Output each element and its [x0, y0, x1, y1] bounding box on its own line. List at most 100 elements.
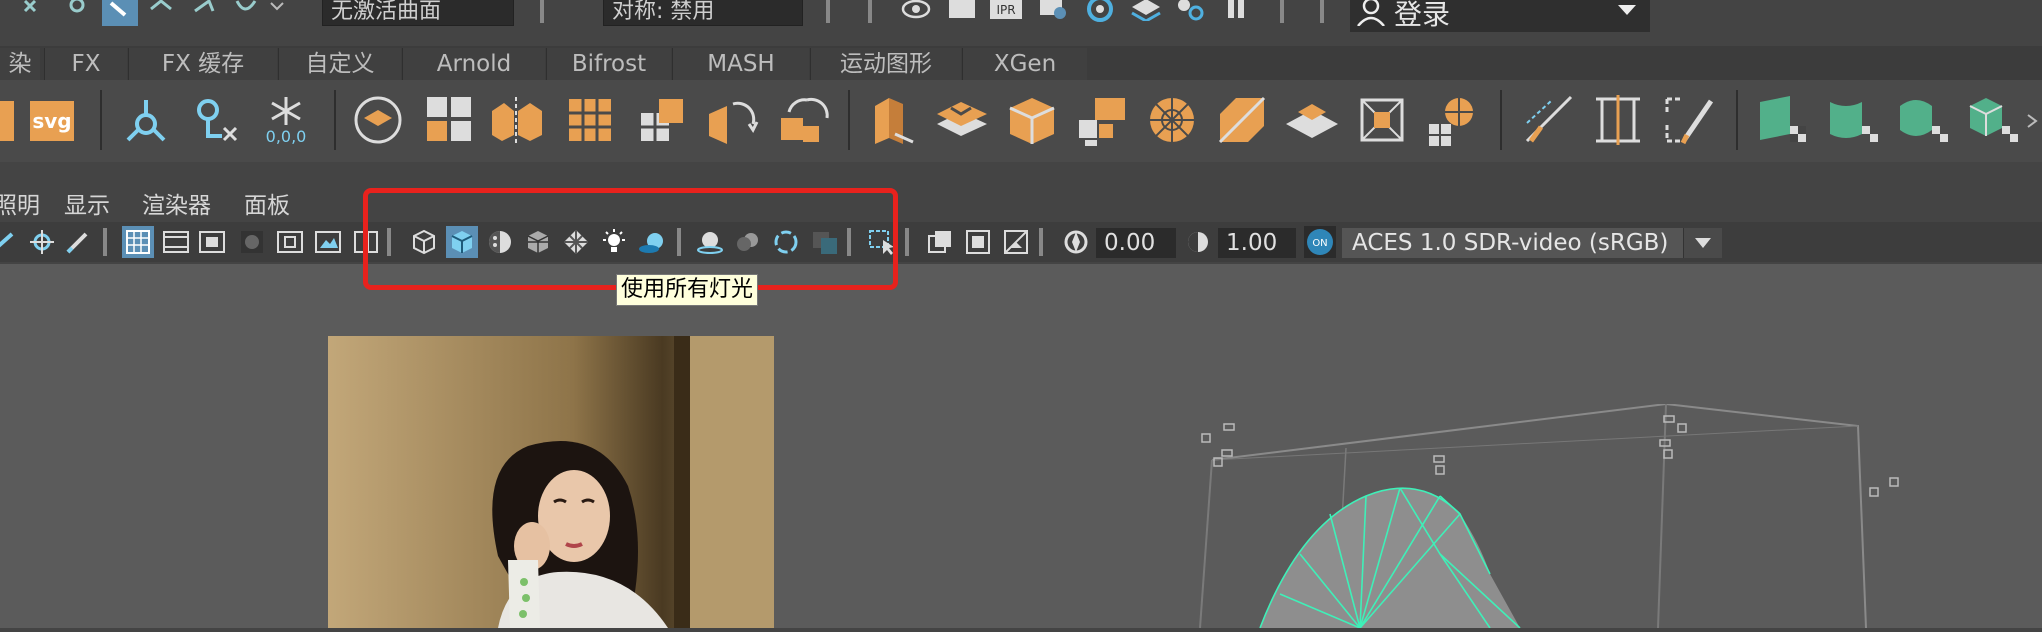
xray-icon[interactable] — [924, 226, 956, 258]
separator-handle-icon — [900, 226, 914, 258]
gate-mask-icon[interactable] — [236, 226, 268, 258]
separator-handle-icon — [98, 226, 112, 258]
chevron-down-icon[interactable] — [266, 0, 288, 22]
render-frame-icon[interactable] — [856, 0, 884, 26]
menu-renderer[interactable]: 渲染器 — [142, 186, 211, 220]
gamma-field[interactable]: 1.00 — [1218, 228, 1296, 258]
svg-text:IPR: IPR — [996, 3, 1015, 17]
render-layers-icon[interactable] — [1128, 0, 1164, 24]
camera-tools-icon[interactable] — [26, 226, 58, 258]
color-space-dropdown[interactable]: ACES 1.0 SDR-video (sRGB) — [1342, 228, 1722, 258]
multi-cut-icon[interactable] — [1520, 90, 1576, 150]
shelf-tab[interactable]: 自定义 — [278, 48, 401, 80]
shelf-tab[interactable]: Arnold — [402, 48, 545, 80]
separator-handle-icon — [530, 0, 554, 26]
chevron-down-icon — [1616, 2, 1638, 21]
shelf-tab[interactable]: 运动图形 — [810, 48, 961, 80]
shelf-tab[interactable]: Bifrost — [546, 48, 671, 80]
cube-primitive-icon[interactable] — [1004, 90, 1060, 150]
image-plane — [328, 336, 774, 628]
append-polygon-icon[interactable] — [1284, 90, 1340, 150]
login-button[interactable]: 登录 — [1350, 0, 1650, 32]
pivot-tool-icon[interactable] — [118, 90, 174, 150]
render-settings-icon[interactable] — [1036, 0, 1072, 24]
svg-text:svg: svg — [32, 109, 71, 133]
extract-faces-icon[interactable] — [634, 90, 690, 150]
separator-handle-icon — [1310, 0, 1334, 26]
paint-tool-icon[interactable] — [62, 226, 94, 258]
snap-view-icon[interactable] — [228, 0, 264, 24]
film-gate-icon[interactable] — [160, 226, 192, 258]
tooltip: 使用所有灯光 — [616, 274, 759, 306]
status-line: 无激活曲面 对称: 禁用 IPR 登录 — [0, 0, 2042, 32]
render-view-icon[interactable] — [944, 0, 980, 24]
resolution-gate-icon[interactable] — [196, 226, 228, 258]
light-editor-icon[interactable] — [1172, 0, 1208, 24]
svg-text:ON: ON — [1312, 238, 1327, 249]
ipr-render-icon[interactable]: IPR — [988, 0, 1024, 24]
camera-attributes-icon[interactable] — [0, 226, 20, 258]
wedge-icon[interactable] — [1144, 90, 1200, 150]
panel-toolbar: 0.00 1.00 ON ACES 1.0 SDR-video (sRGB) — [0, 222, 2042, 262]
active-surface-field[interactable]: 无激活曲面 — [322, 0, 514, 26]
extrude-icon[interactable] — [864, 90, 920, 150]
shelf: svg 0,0,0 — [0, 80, 2042, 162]
smooth-mesh-icon[interactable] — [562, 90, 618, 150]
uv-spherical-icon[interactable] — [1896, 90, 1952, 150]
uv-cylindrical-icon[interactable] — [1826, 90, 1882, 150]
color-management-toggle-icon[interactable]: ON — [1304, 226, 1336, 258]
wireframe-object[interactable] — [1190, 402, 1910, 629]
snap-curve-icon[interactable] — [144, 0, 180, 24]
separate-icon[interactable] — [488, 90, 544, 150]
viewport[interactable] — [0, 264, 2042, 629]
split-face-icon[interactable] — [1214, 90, 1270, 150]
separator-handle-icon — [1270, 0, 1294, 26]
eye-icon[interactable] — [898, 0, 934, 24]
menu-show[interactable]: 显示 — [64, 186, 110, 220]
combine-icon[interactable] — [422, 90, 478, 150]
shelf-tab-bar: 染 FX FX 缓存 自定义 Arnold Bifrost MASH 运动图形 … — [0, 46, 2042, 81]
shelf-tab[interactable]: 染 — [0, 48, 40, 80]
fill-hole-icon[interactable] — [1354, 90, 1410, 150]
exposure-field[interactable]: 0.00 — [1096, 228, 1176, 258]
cleanup-icon[interactable] — [1424, 90, 1480, 150]
uv-planar-icon[interactable] — [1756, 90, 1812, 150]
layer-circle-icon[interactable] — [350, 90, 406, 150]
shelf-tab[interactable]: XGen — [962, 48, 1087, 80]
select-by-object-icon[interactable] — [60, 0, 96, 24]
orange-shape-icon[interactable] — [0, 90, 24, 150]
clear-transform-icon[interactable] — [188, 90, 244, 150]
select-by-hierarchy-icon[interactable] — [18, 0, 54, 24]
insert-edge-loop-icon[interactable] — [1590, 90, 1646, 150]
color-space-label: ACES 1.0 SDR-video (sRGB) — [1352, 230, 1669, 256]
menu-panels[interactable]: 面板 — [244, 186, 290, 220]
select-by-component-icon[interactable] — [102, 0, 138, 26]
chevron-down-icon — [1683, 228, 1722, 258]
uv-automatic-icon[interactable] — [1966, 90, 2022, 150]
xray-components-icon[interactable] — [1000, 226, 1032, 258]
quad-draw-icon[interactable] — [1660, 90, 1716, 150]
grid-toggle-icon[interactable] — [122, 226, 154, 258]
field-chart-icon[interactable] — [274, 226, 306, 258]
exposure-icon[interactable] — [1060, 226, 1092, 258]
symmetry-field[interactable]: 对称: 禁用 — [603, 0, 803, 26]
shelf-tab[interactable]: FX — [44, 48, 127, 80]
xray-joints-icon[interactable] — [962, 226, 994, 258]
bevel-icon[interactable] — [934, 90, 990, 150]
pause-icon[interactable] — [1218, 0, 1254, 24]
hypershade-icon[interactable] — [1082, 0, 1118, 24]
svg-tool-icon[interactable]: svg — [24, 90, 80, 150]
shelf-tab[interactable]: MASH — [672, 48, 809, 80]
freeze-transform-icon[interactable]: 0,0,0 — [258, 90, 314, 150]
mirror-icon[interactable] — [704, 90, 760, 150]
shelf-scroll-icon[interactable] — [2022, 90, 2042, 150]
bridge-icon[interactable] — [776, 90, 832, 150]
shelf-tab[interactable]: FX 缓存 — [128, 48, 277, 80]
gamma-icon[interactable] — [1182, 226, 1214, 258]
poke-icon[interactable] — [1074, 90, 1130, 150]
menu-lighting[interactable]: 照明 — [0, 186, 40, 220]
snap-point-icon[interactable] — [186, 0, 222, 24]
separator-handle-icon — [818, 0, 838, 26]
separator-handle-icon — [1034, 226, 1048, 258]
safe-action-icon[interactable] — [312, 226, 344, 258]
